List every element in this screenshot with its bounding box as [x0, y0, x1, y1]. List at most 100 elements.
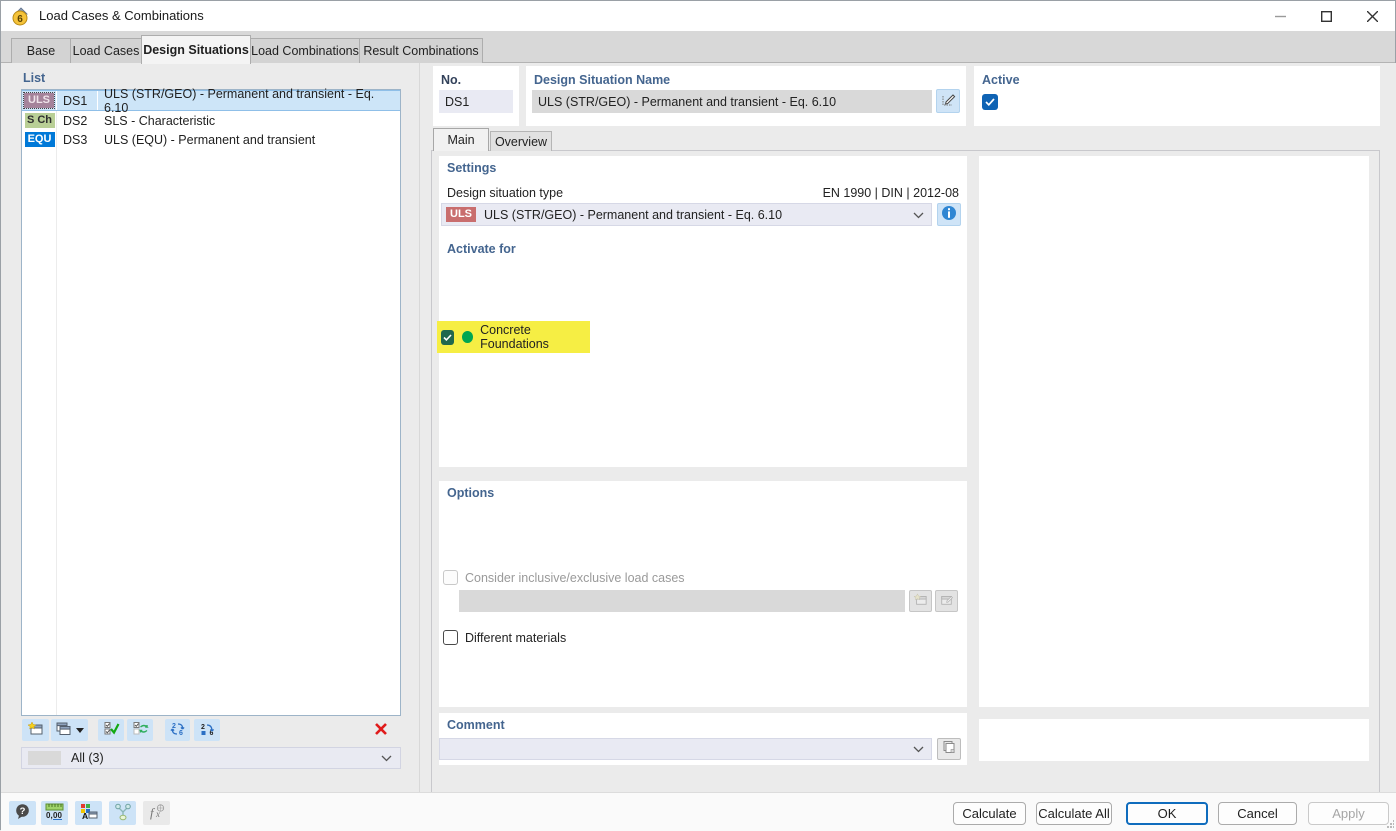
renumber-sequence-button[interactable]: 2 6 — [194, 719, 220, 741]
renumber-button[interactable]: 2 6 — [165, 719, 190, 741]
design-situation-type-label: Design situation type — [447, 186, 564, 200]
design-situation-type-dropdown[interactable]: ULS ULS (STR/GEO) - Permanent and transi… — [441, 203, 932, 226]
tab-overview[interactable]: Overview — [490, 131, 552, 151]
type-value: ULS (STR/GEO) - Permanent and transient … — [484, 207, 783, 222]
copy-dropdown-arrow-icon — [76, 727, 84, 733]
check-all-icon — [103, 721, 120, 739]
edit-inclusive-group-button — [935, 590, 958, 612]
svg-text:?: ? — [20, 806, 26, 817]
formula-button[interactable]: f x — [143, 801, 170, 825]
tab-result-combinations[interactable]: Result Combinations — [359, 38, 483, 63]
active-checkbox[interactable] — [982, 94, 998, 110]
active-panel: Active — [974, 66, 1380, 126]
design-situations-list[interactable]: ULS DS1 ULS (STR/GEO) - Permanent and tr… — [21, 87, 401, 716]
uls-badge: ULS — [446, 207, 476, 222]
edit-pencil-icon — [941, 92, 956, 110]
minimize-button[interactable] — [1257, 1, 1303, 31]
sch-badge: S Ch — [24, 113, 55, 128]
chevron-down-icon — [381, 751, 392, 765]
maximize-button[interactable] — [1303, 1, 1349, 31]
list-filter-dropdown[interactable]: All (3) — [21, 747, 401, 769]
svg-text:6: 6 — [179, 730, 183, 737]
invert-check-button[interactable] — [127, 719, 153, 741]
display-properties-button[interactable]: A — [75, 801, 102, 825]
type-info-button[interactable] — [937, 203, 961, 226]
invert-check-icon — [132, 721, 149, 739]
options-heading: Options — [447, 486, 495, 500]
copy-comment-button[interactable] — [937, 738, 961, 760]
concrete-foundations-checkbox[interactable] — [441, 329, 455, 345]
copy-pages-icon — [942, 740, 957, 758]
window-title: Load Cases & Combinations — [39, 8, 204, 23]
renumber-sequence-icon: 2 6 — [199, 721, 216, 740]
delete-x-icon — [374, 722, 388, 739]
chevron-down-icon — [913, 742, 924, 756]
list-item-name: ULS (EQU) - Permanent and transient — [104, 132, 316, 147]
renumber-icon: 2 6 — [169, 721, 186, 740]
delete-item-button[interactable] — [369, 719, 393, 741]
calculate-button[interactable]: Calculate — [953, 802, 1026, 825]
main-tabstrip: Base Load Cases Design Situations Load C… — [1, 31, 1395, 64]
svg-text:0,: 0, — [46, 811, 53, 820]
new-window-icon — [27, 721, 44, 739]
name-label: Design Situation Name — [534, 73, 671, 87]
rename-button[interactable] — [936, 89, 960, 113]
tab-load-cases[interactable]: Load Cases — [70, 38, 142, 63]
load-cases-dialog: 6 Load Cases & Combinations Base Load Ca… — [0, 0, 1396, 831]
app-icon: 6 — [11, 6, 31, 26]
list-item-name: SLS - Characteristic — [104, 113, 216, 128]
window-controls — [1257, 1, 1395, 31]
calculate-all-button[interactable]: Calculate All — [1036, 802, 1112, 825]
svg-text:A: A — [82, 811, 88, 820]
list-item-ds3[interactable]: EQU DS3 ULS (EQU) - Permanent and transi… — [22, 130, 400, 149]
preview-panel — [979, 156, 1369, 707]
filter-value: All (3) — [71, 751, 104, 765]
inclusive-load-cases-field — [459, 590, 905, 612]
svg-text:x: x — [155, 809, 160, 819]
tab-base[interactable]: Base — [11, 38, 71, 63]
no-field[interactable]: DS1 — [439, 90, 513, 113]
cancel-button[interactable]: Cancel — [1218, 802, 1297, 825]
display-properties-icon: A — [80, 803, 98, 823]
activate-for-heading: Activate for — [447, 242, 516, 256]
different-materials-label: Different materials — [465, 631, 567, 645]
list-item-no: DS1 — [57, 91, 98, 110]
tab-design-situations[interactable]: Design Situations — [141, 35, 251, 64]
concrete-foundations-label: Concrete Foundations — [480, 323, 549, 351]
check-all-button[interactable] — [98, 719, 124, 741]
copy-item-button[interactable] — [51, 719, 88, 741]
svg-text:6: 6 — [17, 14, 23, 25]
different-materials-checkbox[interactable] — [443, 630, 458, 645]
fx-icon: f x — [148, 803, 166, 823]
uls-badge: ULS — [23, 92, 55, 109]
list-item-no: DS3 — [63, 132, 88, 147]
tree-icon — [114, 803, 132, 824]
help-button[interactable]: ? — [9, 801, 36, 825]
resize-grip[interactable] — [1386, 820, 1394, 828]
comment-combobox[interactable] — [439, 738, 932, 760]
tab-main[interactable]: Main — [433, 128, 489, 151]
list-item-ds1[interactable]: ULS DS1 ULS (STR/GEO) - Permanent and tr… — [22, 87, 400, 115]
addon-active-dot-icon — [462, 331, 474, 343]
titlebar: 6 Load Cases & Combinations — [1, 1, 1395, 31]
pane-splitter — [419, 63, 420, 792]
inclusive-exclusive-checkbox — [443, 570, 458, 585]
tab-load-combinations[interactable]: Load Combinations — [250, 38, 360, 63]
model-tree-button[interactable] — [109, 801, 136, 825]
units-settings-button[interactable]: 0, 00 — [41, 801, 68, 825]
new-inclusive-group-button — [909, 590, 932, 612]
dialog-body: List ULS DS1 ULS (STR/GEO) - Permanent a… — [1, 63, 1396, 831]
comment-heading: Comment — [447, 718, 505, 732]
new-item-button[interactable] — [22, 719, 49, 741]
active-label: Active — [982, 73, 1020, 87]
list-item-ds2[interactable]: S Ch DS2 SLS - Characteristic — [22, 111, 400, 130]
list-column-separator — [56, 90, 57, 715]
list-heading: List — [23, 71, 46, 85]
close-button[interactable] — [1349, 1, 1395, 31]
chevron-down-icon — [913, 208, 924, 222]
footer-bar: ? 0, 00 A f x Calculate Calculate All OK… — [1, 792, 1396, 831]
name-field[interactable]: ULS (STR/GEO) - Permanent and transient … — [532, 90, 932, 113]
standard-label: EN 1990 | DIN | 2012-08 — [822, 186, 959, 200]
activate-concrete-foundations-row[interactable]: Concrete Foundations — [437, 321, 590, 353]
ok-button[interactable]: OK — [1126, 802, 1208, 825]
